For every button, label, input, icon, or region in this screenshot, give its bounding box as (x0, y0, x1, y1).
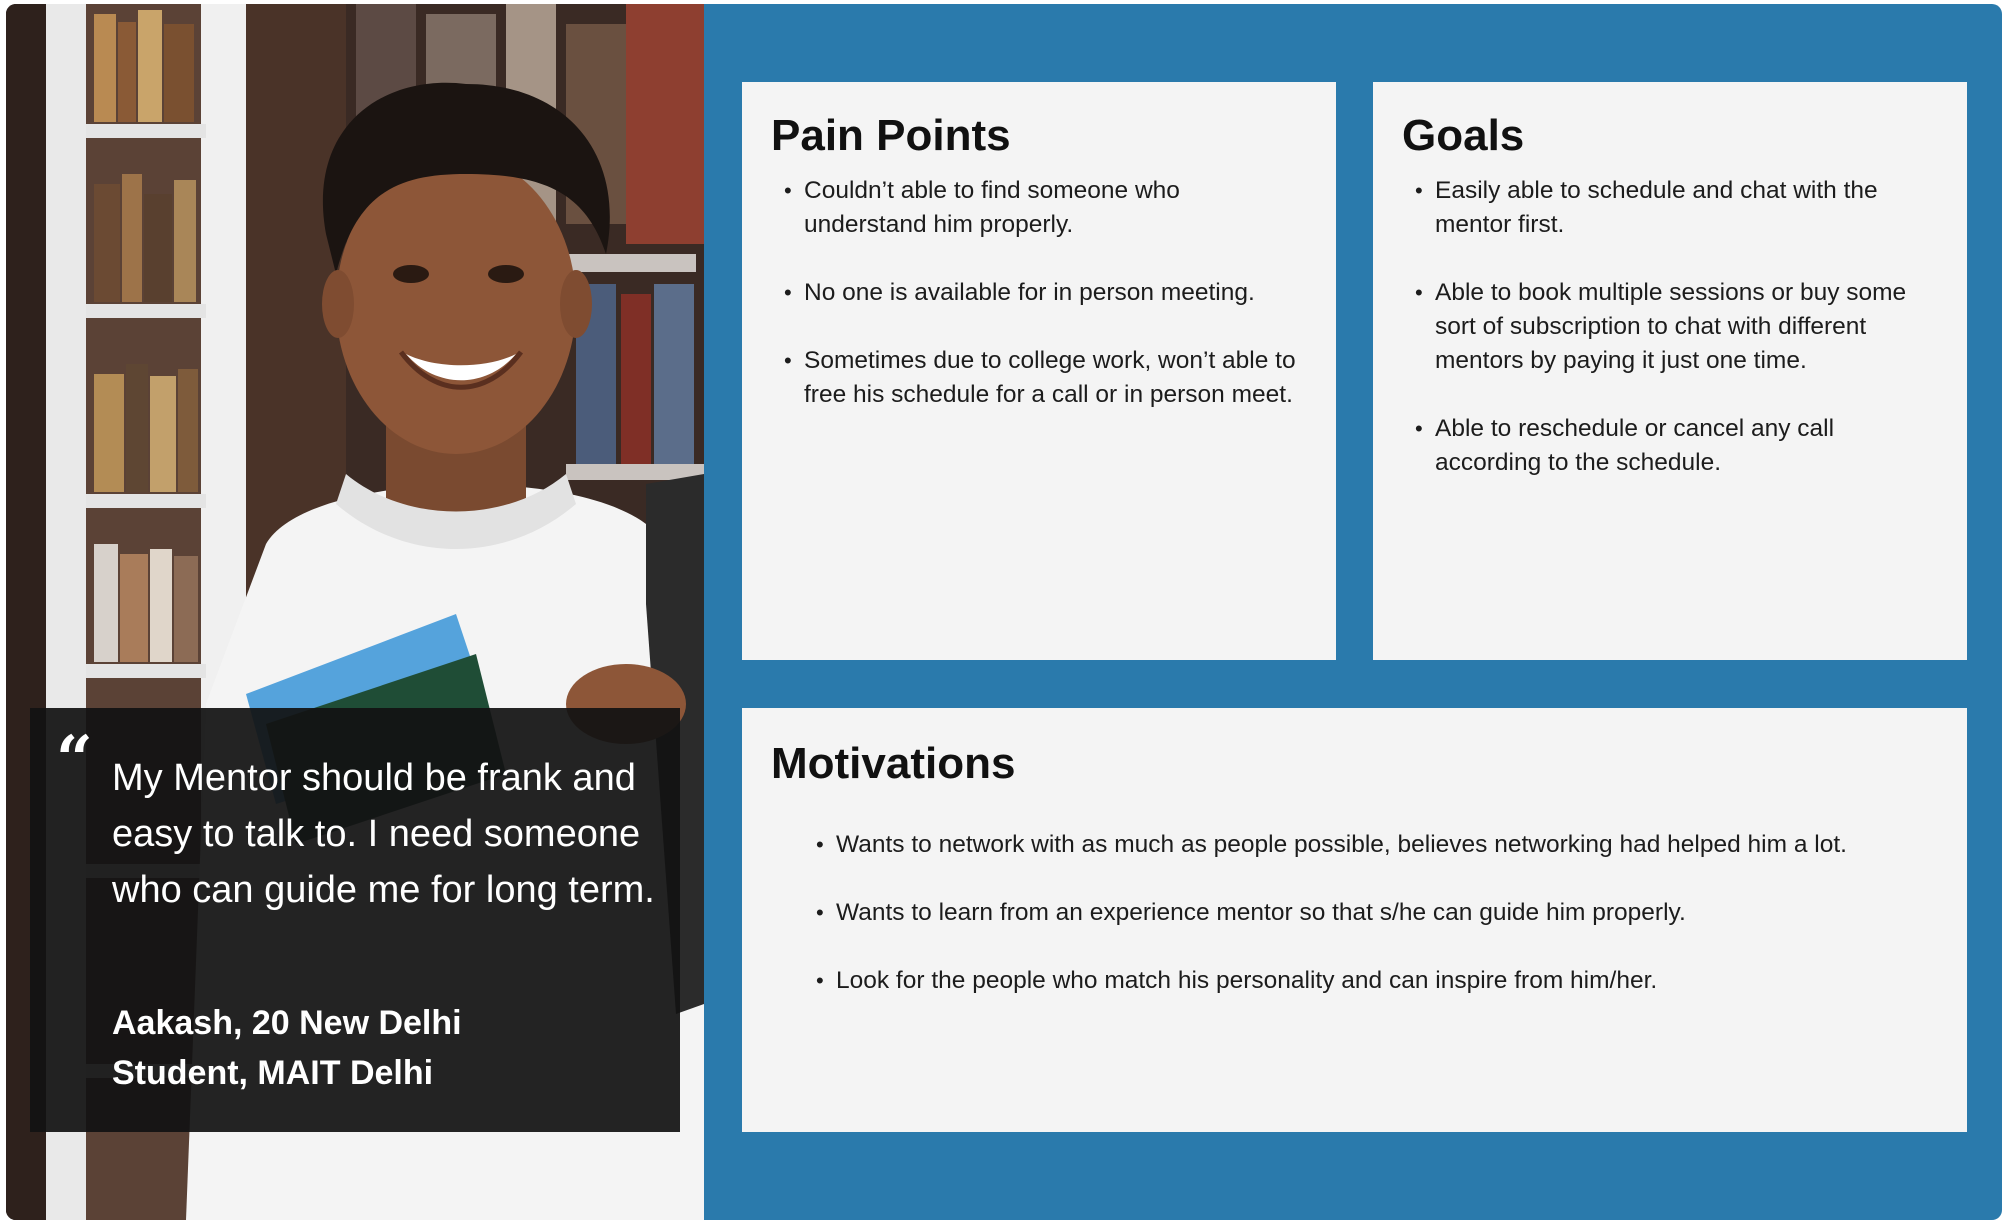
goals-list: Easily able to schedule and chat with th… (1415, 174, 1935, 514)
list-item: Able to book multiple sessions or buy so… (1415, 276, 1935, 378)
goals-card: Goals Easily able to schedule and chat w… (1373, 82, 1967, 660)
pain-points-title: Pain Points (771, 111, 1011, 160)
persona-role: Student, MAIT Delhi (112, 1054, 434, 1092)
persona-board: “ My Mentor should be frank and easy to … (6, 4, 2002, 1220)
motivations-card: Motivations Wants to network with as muc… (742, 708, 1967, 1132)
list-item: Look for the people who match his person… (816, 964, 1936, 998)
list-item: Easily able to schedule and chat with th… (1415, 174, 1935, 242)
persona-photo: “ My Mentor should be frank and easy to … (6, 4, 704, 1220)
list-item: Wants to learn from an experience mentor… (816, 896, 1936, 930)
quote-card: “ My Mentor should be frank and easy to … (30, 708, 680, 1132)
list-item: Couldn’t able to find someone who unders… (784, 174, 1304, 242)
pain-points-list: Couldn’t able to find someone who unders… (784, 174, 1304, 446)
motivations-list: Wants to network with as much as people … (816, 828, 1936, 1032)
list-item: Sometimes due to college work, won’t abl… (784, 344, 1304, 412)
list-item: Able to reschedule or cancel any call ac… (1415, 412, 1935, 480)
list-item: Wants to network with as much as people … (816, 828, 1936, 862)
pain-points-card: Pain Points Couldn’t able to find someon… (742, 82, 1336, 660)
persona-quote: My Mentor should be frank and easy to ta… (112, 757, 655, 911)
list-item: No one is available for in person meetin… (784, 276, 1304, 310)
goals-title: Goals (1402, 111, 1525, 160)
quote-mark-icon: “ (56, 722, 93, 797)
persona-name: Aakash, 20 New Delhi (112, 1004, 462, 1042)
motivations-title: Motivations (771, 739, 1016, 788)
